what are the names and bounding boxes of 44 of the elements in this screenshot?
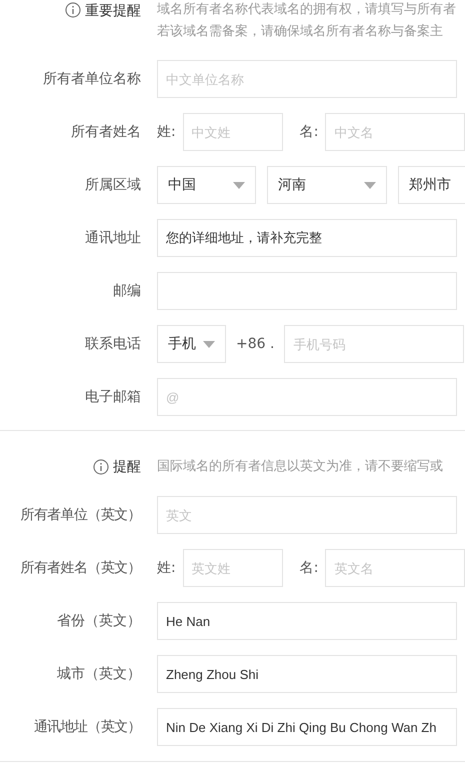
reminder-text: 国际域名的所有者信息以英文为准，请不要缩写或 xyxy=(157,458,443,476)
dropdown[interactable]: 郑州市 xyxy=(398,166,465,204)
input-field[interactable]: Zheng Zhou Shi xyxy=(157,655,457,693)
dropdown[interactable]: 中国 xyxy=(157,166,256,204)
caret-icon xyxy=(203,340,215,348)
notice-text: 若该域名需备案，请确保域名所有者名称与备案主 xyxy=(157,23,444,41)
input-field[interactable]: @ xyxy=(157,378,457,416)
field-label: 邮编 xyxy=(112,282,141,300)
field-label: 省份（英文） xyxy=(56,612,141,630)
field-label: 城市（英文） xyxy=(56,665,141,683)
field-label: 名: xyxy=(300,123,318,141)
notice-label: 重要提醒 xyxy=(85,2,141,20)
dropdown[interactable]: 手机 xyxy=(157,325,226,363)
field-label: 所属区域 xyxy=(84,176,141,194)
caret-icon xyxy=(364,182,376,188)
input-field[interactable]: 英文名 xyxy=(325,549,465,587)
field-label: 电子邮箱 xyxy=(84,388,141,406)
dropdown[interactable]: 河南 xyxy=(267,166,387,204)
country-code: +86 . xyxy=(236,336,274,352)
field-label: 通讯地址（英文） xyxy=(32,718,141,736)
field-label: 所有者单位（英文） xyxy=(19,506,141,524)
reminder-label: 提醒 xyxy=(113,458,141,476)
input-field[interactable]: 英文姓 xyxy=(182,549,283,587)
info-icon xyxy=(93,459,109,475)
input-field[interactable]: He Nan xyxy=(157,602,457,640)
input-field[interactable]: 英文 xyxy=(157,496,457,534)
field-label: 姓: xyxy=(157,559,176,577)
field-label: 所有者单位名称 xyxy=(42,70,141,88)
caret-icon xyxy=(233,182,245,188)
field-label: 联系电话 xyxy=(84,335,141,353)
field-label: 姓: xyxy=(157,123,176,141)
input-field[interactable]: 中文单位名称 xyxy=(157,60,457,98)
input-field[interactable] xyxy=(157,272,457,310)
input-field[interactable]: 中文姓 xyxy=(182,113,283,151)
field-label: 通讯地址 xyxy=(84,229,141,247)
input-field[interactable]: 中文名 xyxy=(325,113,465,151)
field-label: 名: xyxy=(300,559,318,577)
input-field[interactable]: 手机号码 xyxy=(284,325,464,363)
input-field[interactable]: 您的详细地址，请补充完整 xyxy=(157,219,457,257)
field-label: 所有者姓名（英文） xyxy=(19,559,141,577)
input-field[interactable]: Nin De Xiang Xi Di Zhi Qing Bu Chong Wan Zh xyxy=(157,708,457,746)
notice-text: 域名所有者名称代表域名的拥有权，请填写与所有者 xyxy=(157,1,456,19)
field-label: 所有者姓名 xyxy=(70,123,141,141)
info-icon xyxy=(65,2,81,18)
